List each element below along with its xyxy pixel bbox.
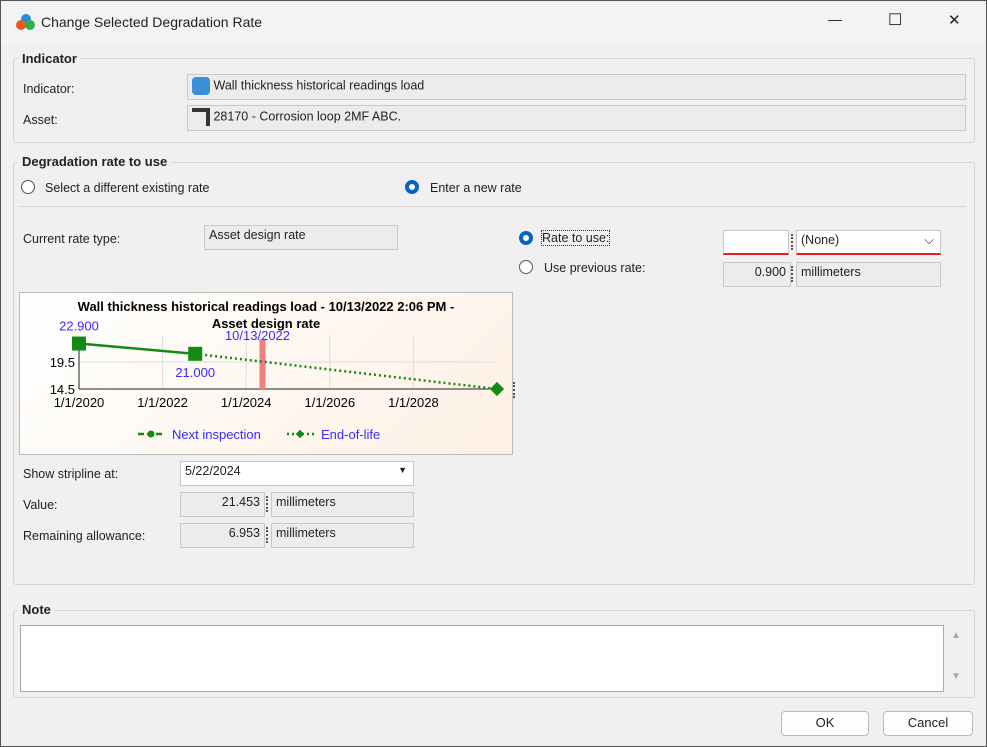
- rate-to-use-input[interactable]: [723, 230, 789, 255]
- chart-title: Wall thickness historical readings load …: [78, 299, 455, 314]
- stripline-date-value: 5/22/2024: [185, 464, 241, 478]
- x-tick-label: 1/1/2022: [137, 395, 188, 410]
- scroll-down-icon[interactable]: ▼: [945, 671, 967, 682]
- app-icon: [16, 14, 35, 30]
- title-bar: Change Selected Degradation Rate — ☐ ✕: [1, 1, 986, 45]
- splitter-grip[interactable]: [266, 527, 268, 543]
- stripline-label: Show stripline at:: [23, 467, 119, 481]
- stripline-date-dropdown[interactable]: 5/22/2024 ▼: [180, 461, 414, 486]
- rate-to-use-label: Rate to use:: [540, 230, 611, 246]
- asset-label: Asset:: [23, 113, 58, 127]
- new-rate-label: Enter a new rate: [430, 181, 522, 195]
- existing-rate-radio[interactable]: [21, 180, 35, 194]
- chart-splitter-grip[interactable]: [513, 382, 515, 398]
- indicator-value: Wall thickness historical readings load: [213, 78, 425, 93]
- legend-end-of-life-marker: [295, 429, 305, 439]
- data-point: [72, 336, 86, 351]
- minimize-button[interactable]: —: [828, 11, 842, 27]
- previous-rate-field: 0.900: [723, 262, 791, 287]
- gauge-icon: [192, 77, 210, 95]
- end-of-life-marker: [489, 381, 505, 397]
- rate-unit-value: (None): [801, 233, 840, 247]
- cancel-button[interactable]: Cancel: [883, 711, 973, 736]
- remaining-label: Remaining allowance:: [23, 529, 146, 543]
- rate-group-title: Degradation rate to use: [18, 154, 172, 169]
- chevron-down-icon: ⌵: [924, 233, 934, 247]
- use-previous-label: Use previous rate:: [544, 261, 646, 275]
- note-scrollbar[interactable]: ▲ ▼: [945, 625, 967, 692]
- remaining-unit-field: millimeters: [271, 523, 414, 548]
- asset-field: 28170 - Corrosion loop 2MF ABC.: [187, 105, 966, 131]
- pipe-icon: [192, 108, 210, 126]
- x-tick-label: 1/1/2028: [388, 395, 439, 410]
- current-rate-type-label: Current rate type:: [23, 232, 121, 246]
- scroll-up-icon[interactable]: ▲: [945, 630, 967, 641]
- note-group-title: Note: [18, 602, 55, 617]
- y-tick-label: 14.5: [50, 382, 75, 397]
- splitter-grip[interactable]: [266, 496, 268, 512]
- new-rate-radio[interactable]: [405, 180, 419, 194]
- rate-to-use-radio[interactable]: [519, 231, 533, 245]
- previous-unit-field: millimeters: [796, 262, 941, 287]
- current-rate-type-field: Asset design rate: [204, 225, 398, 250]
- chart-svg: Wall thickness historical readings load …: [50, 299, 505, 442]
- stripline-label: 10/13/2022: [225, 328, 290, 343]
- ok-button[interactable]: OK: [781, 711, 869, 736]
- remaining-field: 6.953: [180, 523, 265, 548]
- value-unit-field: millimeters: [271, 492, 414, 517]
- rate-unit-dropdown[interactable]: (None) ⌵: [796, 230, 941, 255]
- x-tick-label: 1/1/2020: [54, 395, 105, 410]
- value-field: 21.453: [180, 492, 265, 517]
- indicator-group-title: Indicator: [18, 51, 81, 66]
- x-tick-label: 1/1/2024: [221, 395, 272, 410]
- asset-value: 28170 - Corrosion loop 2MF ABC.: [213, 109, 402, 124]
- maximize-button[interactable]: ☐: [888, 10, 902, 30]
- value-label: Value:: [23, 498, 58, 512]
- x-tick-label: 1/1/2026: [304, 395, 355, 410]
- indicator-label: Indicator:: [23, 82, 75, 96]
- close-button[interactable]: ✕: [948, 11, 961, 29]
- divider: [19, 206, 966, 207]
- data-label: 21.000: [175, 365, 215, 380]
- stripline: [259, 339, 266, 389]
- legend-next-inspection-marker: [147, 430, 155, 438]
- data-label: 22.900: [59, 319, 99, 334]
- data-point: [188, 346, 203, 361]
- note-textarea[interactable]: [20, 625, 944, 692]
- chart: Wall thickness historical readings load …: [19, 292, 513, 455]
- dialog-window: Change Selected Degradation Rate — ☐ ✕ I…: [0, 0, 987, 747]
- splitter-grip[interactable]: [791, 234, 793, 250]
- use-previous-radio[interactable]: [519, 260, 533, 274]
- window-title: Change Selected Degradation Rate: [41, 14, 263, 30]
- next-inspection-line: [78, 342, 196, 356]
- legend-end-of-life-label: End-of-life: [321, 427, 380, 442]
- existing-rate-label: Select a different existing rate: [45, 181, 210, 195]
- dropdown-arrow-icon: ▼: [398, 465, 407, 475]
- end-of-life-line: [195, 352, 498, 391]
- y-tick-label: 19.5: [50, 355, 75, 370]
- legend-next-inspection-label: Next inspection: [172, 427, 261, 442]
- splitter-grip[interactable]: [791, 266, 793, 282]
- indicator-field: Wall thickness historical readings load: [187, 74, 966, 100]
